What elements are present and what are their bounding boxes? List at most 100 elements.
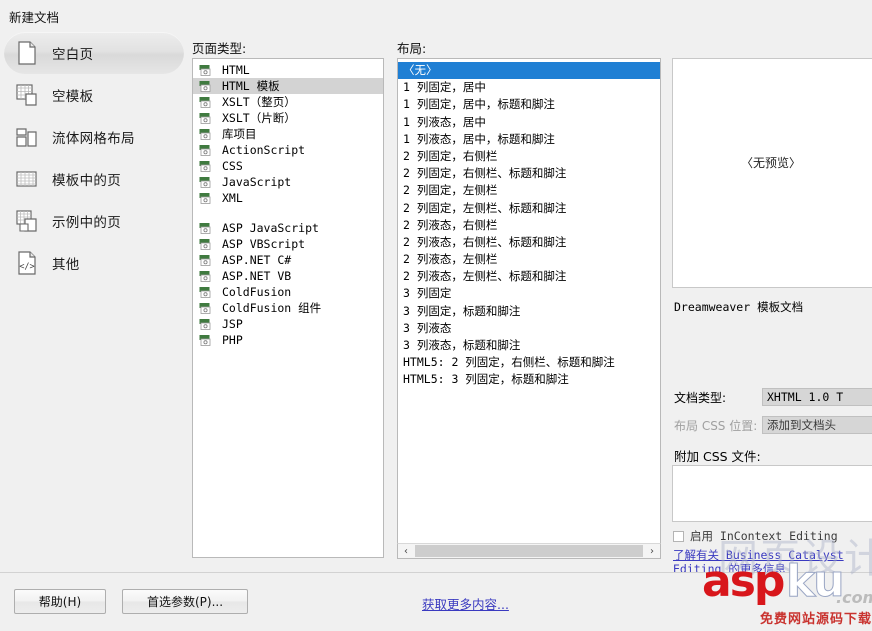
pagetype-item-label: CSS: [222, 159, 243, 173]
layout-horizontal-scrollbar[interactable]: ‹ ›: [397, 543, 661, 559]
sidebar-item-fluid-grid[interactable]: 流体网格布局: [0, 116, 188, 158]
pagetype-item[interactable]: ASP JavaScript: [193, 220, 383, 236]
page-type-icon: [199, 144, 211, 156]
layout-item[interactable]: 3 列液态: [398, 320, 660, 337]
sidebar-item-label: 空白页: [52, 47, 94, 63]
page-from-template-icon: [16, 171, 37, 187]
layout-item[interactable]: 2 列固定，右侧栏: [398, 148, 660, 165]
pagetype-item-label: ASP.NET C#: [222, 253, 292, 267]
dialog-title: 新建文档: [9, 9, 60, 25]
pagetype-item-label: XSLT（整页）: [222, 95, 296, 109]
layout-item[interactable]: 1 列液态，居中，标题和脚注: [398, 131, 660, 148]
pagetype-item-label: ASP JavaScript: [222, 221, 319, 235]
layout-item[interactable]: HTML5: 3 列固定，标题和脚注: [398, 371, 660, 388]
layout-item[interactable]: 2 列固定，左侧栏: [398, 182, 660, 199]
layout-listbox[interactable]: 〈无〉 1 列固定，居中 1 列固定，居中，标题和脚注 1 列液态，居中 1 列液态，居…: [397, 58, 661, 558]
sidebar-item-label: 模板中的页: [52, 173, 121, 189]
page-type-icon: [199, 80, 211, 92]
pagetype-item-label: ASP.NET VB: [222, 269, 292, 283]
layout-item[interactable]: 2 列液态，左侧栏: [398, 251, 660, 268]
layout-item[interactable]: 1 列固定，居中，标题和脚注: [398, 96, 660, 113]
sidebar-item-label: 其他: [52, 257, 80, 273]
sidebar-item-other[interactable]: </> 其他: [0, 242, 188, 284]
incontext-editing-checkbox[interactable]: [673, 530, 684, 542]
pagetype-item-label: ASP VBScript: [222, 237, 306, 251]
page-type-icon: [199, 238, 211, 250]
css-location-label: 布局 CSS 位置:: [674, 418, 758, 433]
pagetype-item-label: JSP: [222, 317, 243, 331]
dialog-footer: 帮助(H) 首选参数(P)... 获取更多内容...: [0, 572, 872, 631]
layout-item[interactable]: 1 列固定，居中: [398, 79, 660, 96]
doctype-select[interactable]: XHTML 1.0 T: [762, 388, 872, 406]
dialog-body: 空白页 空模板 流体网格布局 模板中的页 示例中的页 </> 其他 页面类型: …: [0, 32, 872, 576]
pagetype-listbox[interactable]: HTML HTML 模板 XSLT（整页） XSLT（片断） 库项目 Actio…: [192, 58, 384, 558]
incontext-editing-row[interactable]: 启用 InContext Editing: [673, 528, 838, 544]
pagetype-item[interactable]: JavaScript: [193, 174, 383, 190]
pagetype-item[interactable]: ColdFusion 组件: [193, 300, 383, 316]
pagetype-item-label: ActionScript: [222, 143, 306, 157]
css-location-select[interactable]: 添加到文档头: [762, 416, 872, 434]
pagetype-item[interactable]: ASP VBScript: [193, 236, 383, 252]
other-code-icon: </>: [18, 251, 36, 275]
css-location-row: 布局 CSS 位置: 添加到文档头: [674, 415, 872, 435]
preferences-button[interactable]: 首选参数(P)...: [122, 589, 248, 614]
attach-css-listbox[interactable]: [672, 465, 872, 522]
page-type-icon: [199, 334, 211, 346]
layout-item[interactable]: 2 列固定，左侧栏、标题和脚注: [398, 200, 660, 217]
pagetype-item[interactable]: ActionScript: [193, 142, 383, 158]
layout-item[interactable]: 2 列液态，左侧栏、标题和脚注: [398, 268, 660, 285]
pagetype-item[interactable]: ColdFusion: [193, 284, 383, 300]
pagetype-item-label: ColdFusion 组件: [222, 301, 322, 315]
scroll-left-arrow-icon[interactable]: ‹: [398, 544, 414, 558]
sidebar-item-label: 空模板: [52, 89, 94, 105]
preview-placeholder-text: 〈无预览〉: [740, 156, 801, 170]
pagetype-item[interactable]: XSLT（整页）: [193, 94, 383, 110]
pagetype-item-label: 库项目: [222, 127, 257, 141]
pagetype-item-label: XML: [222, 191, 243, 205]
pagetype-item-label: HTML: [222, 63, 250, 77]
doctype-label: 文档类型:: [674, 390, 727, 405]
pagetype-item[interactable]: PHP: [193, 332, 383, 348]
preview-description: Dreamweaver 模板文档: [674, 300, 804, 314]
layout-item[interactable]: HTML5: 2 列固定，右侧栏、标题和脚注: [398, 354, 660, 371]
pagetype-item[interactable]: XML: [193, 190, 383, 206]
help-button[interactable]: 帮助(H): [14, 589, 106, 614]
layout-item[interactable]: 2 列液态，右侧栏、标题和脚注: [398, 234, 660, 251]
pagetype-item[interactable]: JSP: [193, 316, 383, 332]
doctype-row: 文档类型: XHTML 1.0 T: [674, 387, 872, 407]
layout-item[interactable]: 2 列固定，右侧栏、标题和脚注: [398, 165, 660, 182]
sidebar-item-page-from-template[interactable]: 模板中的页: [0, 158, 188, 200]
pagetype-item[interactable]: HTML 模板: [193, 78, 383, 94]
new-document-dialog: 新建文档 空白页 空模板 流体网格布局 模板中的页 示例中的页 </> 其他 页…: [0, 0, 872, 631]
sidebar-item-page-from-sample[interactable]: 示例中的页: [0, 200, 188, 242]
page-from-sample-icon: [16, 210, 37, 232]
pagetype-item[interactable]: XSLT（片断）: [193, 110, 383, 126]
pagetype-item[interactable]: CSS: [193, 158, 383, 174]
scroll-right-arrow-icon[interactable]: ›: [644, 544, 660, 558]
pagetype-item[interactable]: HTML: [193, 62, 383, 78]
page-type-icon: [199, 112, 211, 124]
sidebar-item-blank-template[interactable]: 空模板: [0, 74, 188, 116]
pagetype-item[interactable]: ASP.NET C#: [193, 252, 383, 268]
pagetype-heading: 页面类型:: [192, 41, 247, 56]
pagetype-item[interactable]: 库项目: [193, 126, 383, 142]
page-type-icon: [199, 302, 211, 314]
layout-item[interactable]: 3 列固定: [398, 285, 660, 302]
layout-item[interactable]: 〈无〉: [398, 62, 660, 80]
fluid-grid-icon: [16, 128, 37, 147]
layout-item[interactable]: 3 列固定，标题和脚注: [398, 303, 660, 320]
page-type-icon: [199, 160, 211, 172]
layout-item[interactable]: 1 列液态，居中: [398, 114, 660, 131]
sidebar-item-blank-page[interactable]: 空白页: [4, 32, 184, 74]
page-type-icon: [199, 96, 211, 108]
layout-item[interactable]: 2 列液态，右侧栏: [398, 217, 660, 234]
get-more-content-link[interactable]: 获取更多内容...: [422, 594, 509, 613]
scrollbar-thumb[interactable]: [415, 545, 643, 557]
layout-item[interactable]: 3 列液态，标题和脚注: [398, 337, 660, 354]
blank-template-icon: [16, 84, 37, 106]
incontext-editing-label: 启用 InContext Editing: [690, 529, 838, 543]
svg-text:</>: </>: [19, 262, 34, 272]
pagetype-item-label: JavaScript: [222, 175, 292, 189]
pagetype-item[interactable]: ASP.NET VB: [193, 268, 383, 284]
attach-css-label: 附加 CSS 文件:: [674, 449, 761, 464]
